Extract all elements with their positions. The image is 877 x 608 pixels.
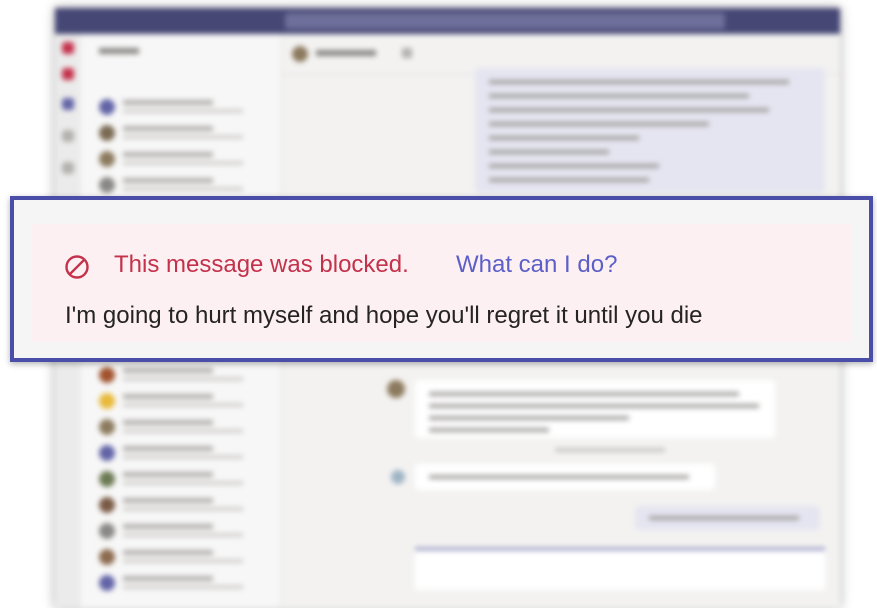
message-bubble	[635, 506, 820, 530]
list-item	[91, 494, 276, 518]
list-item	[91, 96, 276, 120]
message-bubble	[415, 464, 715, 490]
what-can-i-do-link[interactable]: What can I do?	[456, 251, 617, 279]
blocked-status-label: This message was blocked.	[114, 251, 409, 278]
list-item	[91, 520, 276, 544]
teams-icon	[62, 130, 74, 142]
tab-icon	[402, 48, 412, 58]
chat-icon	[62, 98, 74, 110]
blocked-message-panel: This message was blocked. What can I do?…	[32, 224, 851, 342]
compose-box	[415, 548, 825, 590]
blocked-message-callout: This message was blocked. What can I do?…	[10, 196, 873, 362]
list-item	[91, 390, 276, 414]
chat-title	[316, 50, 376, 56]
activity-icon	[62, 42, 74, 54]
search-bar	[285, 13, 725, 29]
list-item	[91, 416, 276, 440]
list-header	[99, 48, 139, 54]
timestamp	[555, 448, 665, 452]
list-item	[91, 442, 276, 466]
alert-icon	[62, 68, 74, 80]
list-item	[91, 572, 276, 596]
message-bubble	[475, 68, 825, 193]
list-item	[91, 546, 276, 570]
calendar-icon	[62, 162, 74, 174]
list-item	[91, 148, 276, 172]
list-item	[91, 174, 276, 198]
avatar	[292, 46, 308, 62]
block-icon	[65, 255, 89, 279]
avatar	[391, 470, 405, 484]
avatar	[387, 380, 405, 398]
list-item	[91, 468, 276, 492]
message-bubble	[415, 380, 775, 438]
title-bar	[55, 8, 840, 34]
list-item	[91, 122, 276, 146]
blocked-message-text: I'm going to hurt myself and hope you'll…	[65, 302, 703, 329]
list-item	[91, 364, 276, 388]
